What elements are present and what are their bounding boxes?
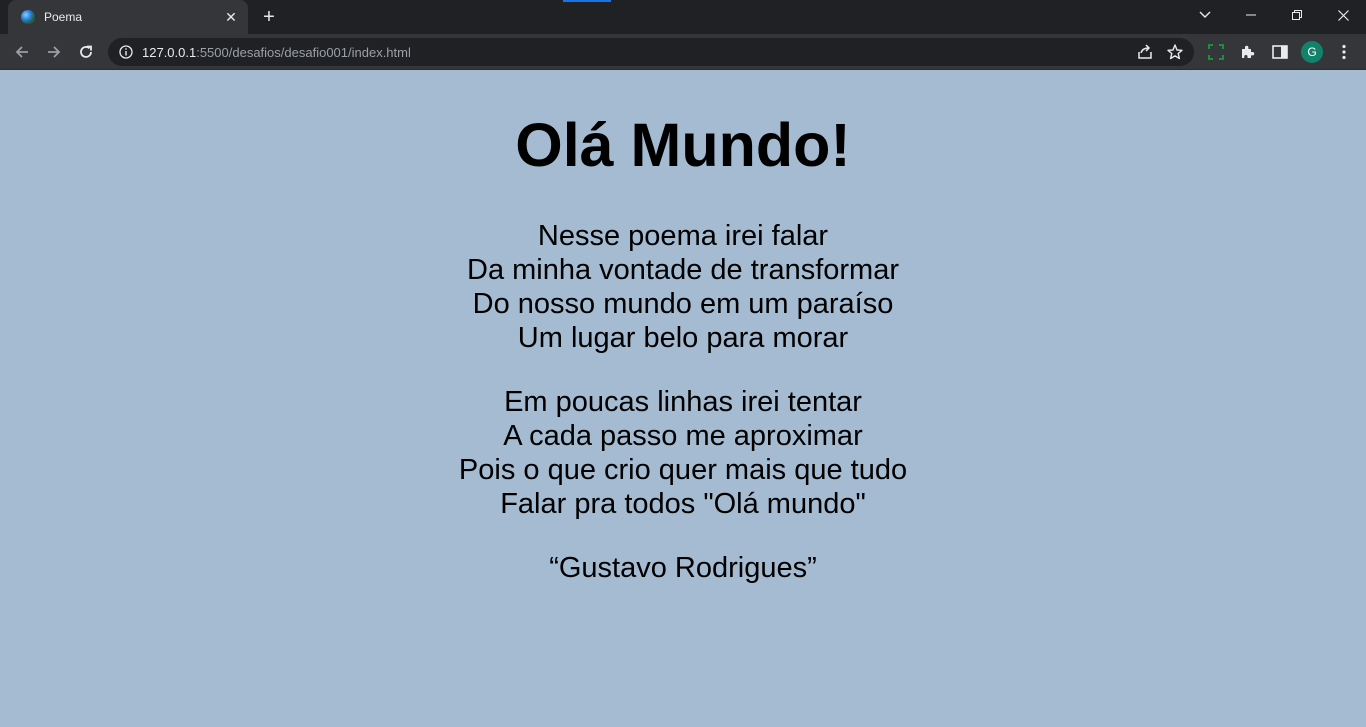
page-title: Olá Mundo! (515, 111, 851, 179)
poem-line: Pois o que crio quer mais que tudo (458, 454, 908, 486)
profile-avatar[interactable]: G (1301, 41, 1323, 63)
page-content: Olá Mundo! Nesse poema irei falar Da min… (0, 71, 1366, 727)
puzzle-icon (1242, 45, 1255, 58)
poem-signature: “Gustavo Rodrigues” (549, 552, 817, 584)
new-tab-button[interactable]: + (258, 6, 280, 28)
more-vertical-icon (1342, 44, 1346, 60)
poem-line: Da minha vontade de transformar (467, 254, 899, 286)
poem-line: Do nosso mundo em um paraíso (472, 288, 894, 320)
reload-icon (80, 45, 92, 58)
poem-line: Falar pra todos "Olá mundo" (500, 488, 866, 520)
browser-toolbar: 127.0.0.1:5500/desafios/desafio001/index… (0, 34, 1366, 70)
restore-icon (1292, 10, 1302, 20)
poem-line: A cada passo me aproximar (503, 420, 863, 452)
poem-stanza-2: Em poucas linhas irei tentar A cada pass… (0, 385, 1366, 521)
poem-line: Um lugar belo para morar (517, 322, 849, 354)
info-icon[interactable] (118, 44, 134, 60)
arrow-left-icon (15, 46, 28, 58)
browser-menu-button[interactable] (1330, 38, 1358, 66)
reload-button[interactable] (72, 38, 100, 66)
back-button[interactable] (8, 38, 36, 66)
chevron-down-icon (1199, 11, 1211, 18)
poem-line: Nesse poema irei falar (537, 220, 829, 252)
tab-strip: Poema ✕ + (0, 0, 1366, 34)
star-icon[interactable] (1166, 43, 1184, 61)
screen-capture-icon (1208, 44, 1224, 60)
minimize-icon (1246, 14, 1256, 16)
tab-title: Poema (44, 10, 83, 24)
tab-strip-accent (563, 0, 611, 2)
address-bar[interactable]: 127.0.0.1:5500/desafios/desafio001/index… (108, 38, 1194, 66)
globe-icon (21, 10, 35, 24)
tab-poema[interactable]: Poema ✕ (8, 0, 248, 34)
side-panel-button[interactable] (1266, 38, 1294, 66)
close-tab-button[interactable]: ✕ (222, 8, 240, 26)
forward-button[interactable] (40, 38, 68, 66)
share-icon[interactable] (1136, 43, 1154, 61)
tab-search-button[interactable] (1182, 0, 1228, 30)
poem-line: Em poucas linhas irei tentar (504, 386, 862, 418)
screen-capture-extension-button[interactable] (1202, 38, 1230, 66)
arrow-right-icon (48, 46, 61, 58)
extensions-button[interactable] (1234, 38, 1262, 66)
poem-stanza-1: Nesse poema irei falar Da minha vontade … (0, 219, 1366, 355)
url-text[interactable]: 127.0.0.1:5500/desafios/desafio001/index… (142, 45, 411, 60)
side-panel-icon (1272, 45, 1288, 59)
url-path: :5500/desafios/desafio001/index.html (196, 45, 411, 60)
close-window-button[interactable] (1320, 0, 1366, 30)
url-host: 127.0.0.1 (142, 45, 197, 60)
restore-button[interactable] (1274, 0, 1320, 30)
close-icon (1337, 9, 1349, 21)
minimize-button[interactable] (1228, 0, 1274, 30)
